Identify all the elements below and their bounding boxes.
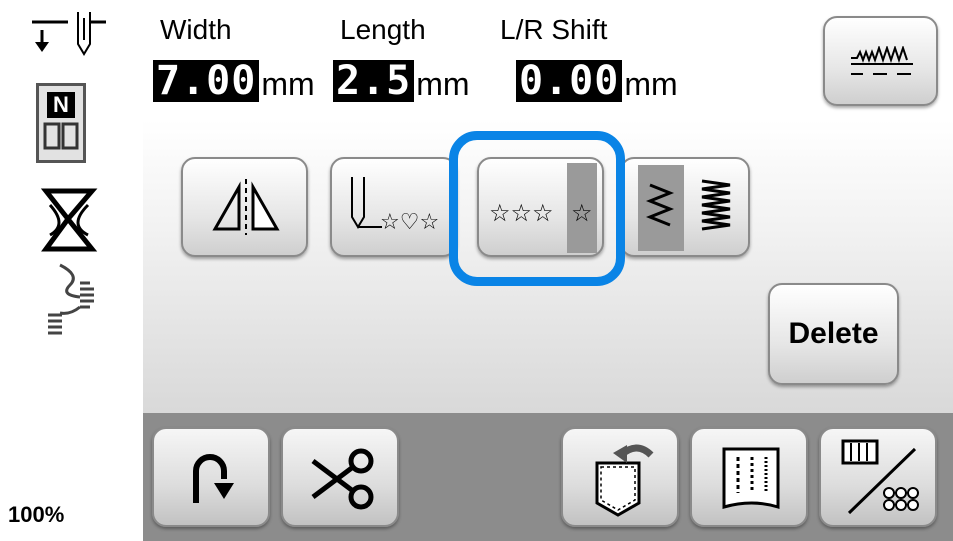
needle-position-icon (32, 12, 106, 56)
pocket-memory-button[interactable] (561, 427, 679, 527)
thread-cutter-button[interactable] (281, 427, 399, 527)
zoom-level: 100% (8, 502, 65, 527)
elongation-icon (638, 165, 731, 251)
lr-shift-readout: 0.00 mm (516, 60, 678, 102)
delete-label: Delete (788, 317, 879, 350)
image-display-button[interactable] (819, 427, 937, 527)
width-label: Width (160, 14, 232, 45)
stitch-image-button[interactable] (823, 16, 938, 106)
needle-stitch-start-icon: ☆♡☆ (351, 177, 439, 235)
width-unit: mm (261, 66, 315, 102)
back-tack-button[interactable] (152, 427, 270, 527)
stitch-guide-icon (722, 447, 780, 510)
elongation-button[interactable] (620, 157, 750, 257)
stitch-zigzag-icon (851, 46, 913, 75)
width-value: 7.00 (153, 60, 260, 102)
delete-button[interactable]: Delete (768, 283, 899, 385)
length-label: Length (340, 14, 426, 45)
needle-stitch-start-button[interactable]: ☆♡☆ (330, 157, 457, 257)
lr-shift-unit: mm (624, 66, 678, 102)
lr-shift-label: L/R Shift (500, 14, 608, 45)
pocket-memory-icon (595, 444, 654, 517)
image-display-icon (841, 439, 919, 515)
length-value: 2.5 (333, 60, 415, 102)
svg-text:☆♡☆: ☆♡☆ (380, 210, 439, 235)
mirror-image-icon (212, 179, 280, 235)
mirror-image-button[interactable] (181, 157, 308, 257)
stitch-preview-icon (48, 263, 94, 335)
length-readout: 2.5 mm (333, 60, 470, 102)
lr-shift-value: 0.00 (516, 60, 623, 102)
left-status-column: N 100% (0, 0, 143, 541)
back-tack-icon (193, 454, 234, 503)
thread-cutter-icon (311, 448, 374, 510)
selection-highlight (449, 131, 625, 286)
presser-foot-letter: N (47, 92, 75, 118)
length-unit: mm (416, 66, 470, 102)
presser-foot-n-icon: N (36, 83, 86, 163)
width-readout: 7.00 mm (153, 60, 315, 102)
stitch-guide-button[interactable] (690, 427, 808, 527)
bobbin-wind-icon (40, 188, 98, 252)
